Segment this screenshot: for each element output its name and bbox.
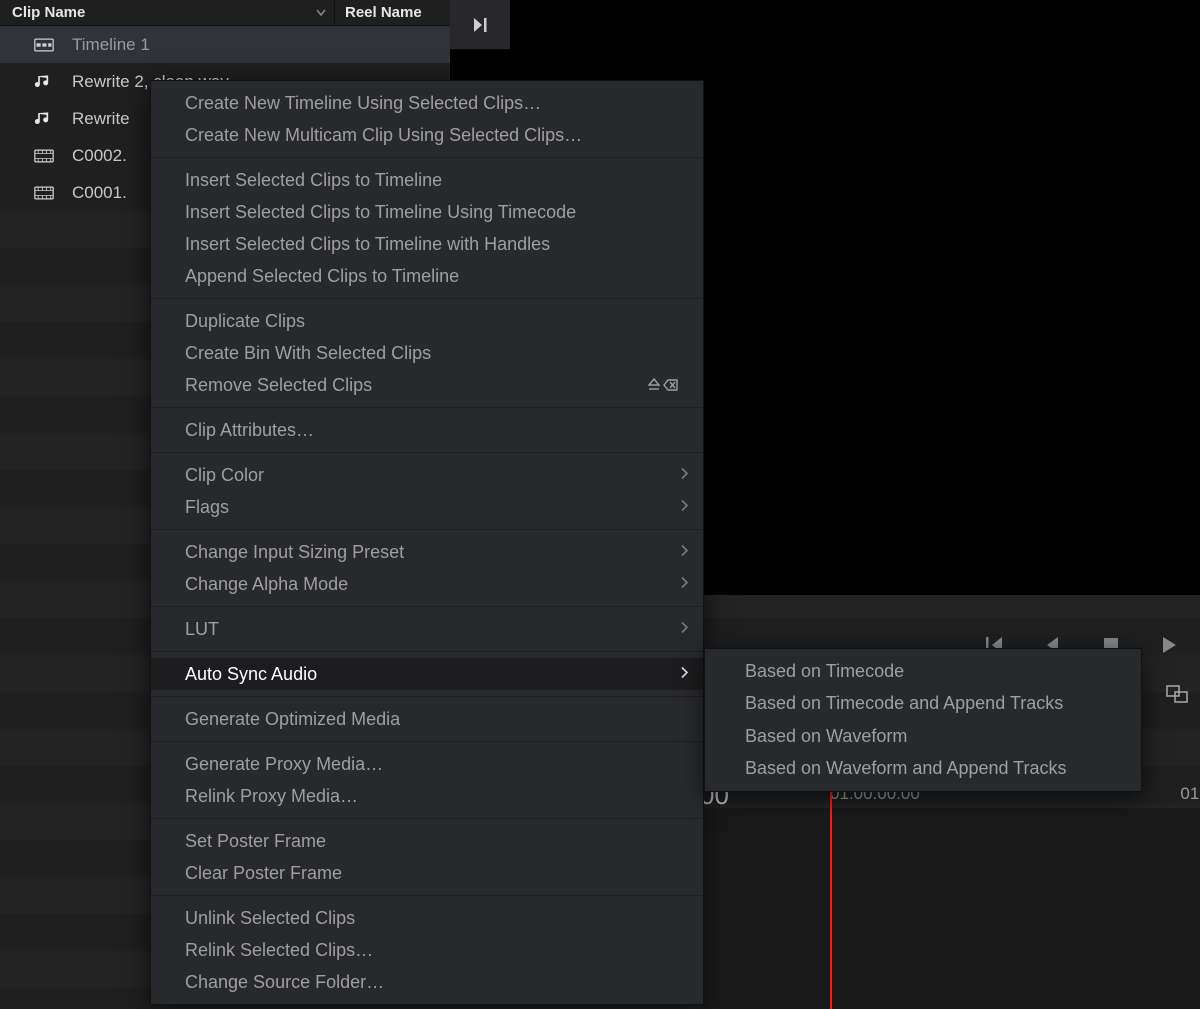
submenu-item-label: Based on Timecode and Append Tracks [745,693,1063,714]
context-menu-item[interactable]: Clip Attributes… [151,414,703,446]
clip-name: C0001. [72,183,127,203]
context-menu-item[interactable]: Insert Selected Clips to Timeline [151,164,703,196]
context-menu-item[interactable]: Change Source Folder… [151,966,703,998]
context-menu-item[interactable]: Clip Color [151,459,703,491]
header-col-clip-name[interactable]: Clip Name [0,0,335,25]
context-menu-item-label: Clip Attributes… [185,420,314,441]
context-menu-item[interactable]: Insert Selected Clips to Timeline Using … [151,196,703,228]
context-menu-item-label: Insert Selected Clips to Timeline [185,170,442,191]
context-menu-item-label: Create New Timeline Using Selected Clips… [185,93,541,114]
shortcut-label [647,378,679,392]
context-menu-item[interactable]: LUT [151,613,703,645]
submenu-item-label: Based on Waveform and Append Tracks [745,758,1067,779]
playhead[interactable] [830,770,832,1009]
context-menu-item-label: Create Bin With Selected Clips [185,343,431,364]
context-menu-item[interactable]: Flags [151,491,703,523]
video-clip-icon [30,146,58,166]
timeline-body[interactable] [700,808,1200,1009]
clip-name: Timeline 1 [72,35,150,55]
timeline-icon [30,35,58,55]
context-menu-item-label: LUT [185,619,219,640]
context-menu-item[interactable]: Clear Poster Frame [151,857,703,889]
submenu-item-label: Based on Waveform [745,726,907,747]
context-menu-item[interactable]: Change Input Sizing Preset [151,536,703,568]
audio-icon [30,72,58,92]
context-menu-item-label: Remove Selected Clips [185,375,372,396]
context-menu-item-label: Flags [185,497,229,518]
context-menu-item[interactable]: Create New Timeline Using Selected Clips… [151,87,703,119]
context-menu-item-label: Clip Color [185,465,264,486]
context-menu-item[interactable]: Unlink Selected Clips [151,902,703,934]
context-submenu: Based on Timecode Based on Timecode and A… [704,648,1142,792]
chevron-right-icon [679,574,689,595]
context-menu-item-label: Change Input Sizing Preset [185,542,404,563]
clip-name: Rewrite [72,109,130,129]
context-menu-item-label: Insert Selected Clips to Timeline with H… [185,234,550,255]
submenu-item[interactable]: Based on Timecode [705,655,1141,688]
chevron-right-icon [679,542,689,563]
context-menu-item-label: Relink Selected Clips… [185,940,373,961]
context-menu-item-label: Append Selected Clips to Timeline [185,266,459,287]
media-pool-row[interactable]: Timeline 1 [0,26,450,63]
context-menu-item[interactable]: Remove Selected Clips [151,369,703,401]
context-menu-item-label: Change Source Folder… [185,972,384,993]
header-col-reel-name[interactable]: Reel Name [335,0,450,25]
context-menu: Create New Timeline Using Selected Clips… [150,80,704,1005]
audio-icon [30,109,58,129]
play-button[interactable] [1158,634,1180,656]
context-menu-item[interactable]: Insert Selected Clips to Timeline with H… [151,228,703,260]
media-pool-header: Clip Name Reel Name [0,0,450,26]
next-icon [470,15,490,35]
context-menu-item-label: Set Poster Frame [185,831,326,852]
context-menu-item-label: Relink Proxy Media… [185,786,358,807]
viewer-side-icons [1155,685,1200,765]
context-menu-item[interactable]: Generate Optimized Media [151,703,703,735]
context-menu-item-label: Auto Sync Audio [185,664,317,685]
timeline-tick-2: 01: [1180,784,1200,804]
context-menu-item[interactable]: Generate Proxy Media… [151,748,703,780]
context-menu-item[interactable]: Create New Multicam Clip Using Selected … [151,119,703,151]
header-clip-name-label: Clip Name [12,4,85,21]
context-menu-item-label: Duplicate Clips [185,311,305,332]
context-menu-item[interactable]: Create Bin With Selected Clips [151,337,703,369]
chevron-down-icon [316,6,326,20]
video-clip-icon [30,183,58,203]
submenu-item[interactable]: Based on Waveform [705,720,1141,753]
context-menu-item[interactable]: Relink Proxy Media… [151,780,703,812]
context-menu-item-label: Insert Selected Clips to Timeline Using … [185,202,576,223]
submenu-item[interactable]: Based on Timecode and Append Tracks [705,688,1141,721]
context-menu-item-label: Change Alpha Mode [185,574,348,595]
context-menu-item-label: Unlink Selected Clips [185,908,355,929]
header-reel-name-label: Reel Name [345,4,422,21]
match-frame-icon[interactable] [1166,685,1190,710]
context-menu-item-label: Generate Optimized Media [185,709,400,730]
context-menu-item[interactable]: Append Selected Clips to Timeline [151,260,703,292]
context-menu-item-label: Generate Proxy Media… [185,754,383,775]
submenu-item[interactable]: Based on Waveform and Append Tracks [705,753,1141,786]
chevron-right-icon [679,497,689,518]
context-menu-item-label: Create New Multicam Clip Using Selected … [185,125,582,146]
context-menu-item[interactable]: Duplicate Clips [151,305,703,337]
clip-name: C0002. [72,146,127,166]
viewer-header-next-button[interactable] [450,0,510,50]
context-menu-item-label: Clear Poster Frame [185,863,342,884]
chevron-right-icon [679,465,689,486]
context-menu-item[interactable]: Change Alpha Mode [151,568,703,600]
chevron-right-icon [679,619,689,640]
chevron-right-icon [679,664,689,685]
context-menu-item[interactable]: Relink Selected Clips… [151,934,703,966]
context-menu-item[interactable]: Auto Sync Audio [151,658,703,690]
context-menu-item[interactable]: Set Poster Frame [151,825,703,857]
submenu-item-label: Based on Timecode [745,661,904,682]
